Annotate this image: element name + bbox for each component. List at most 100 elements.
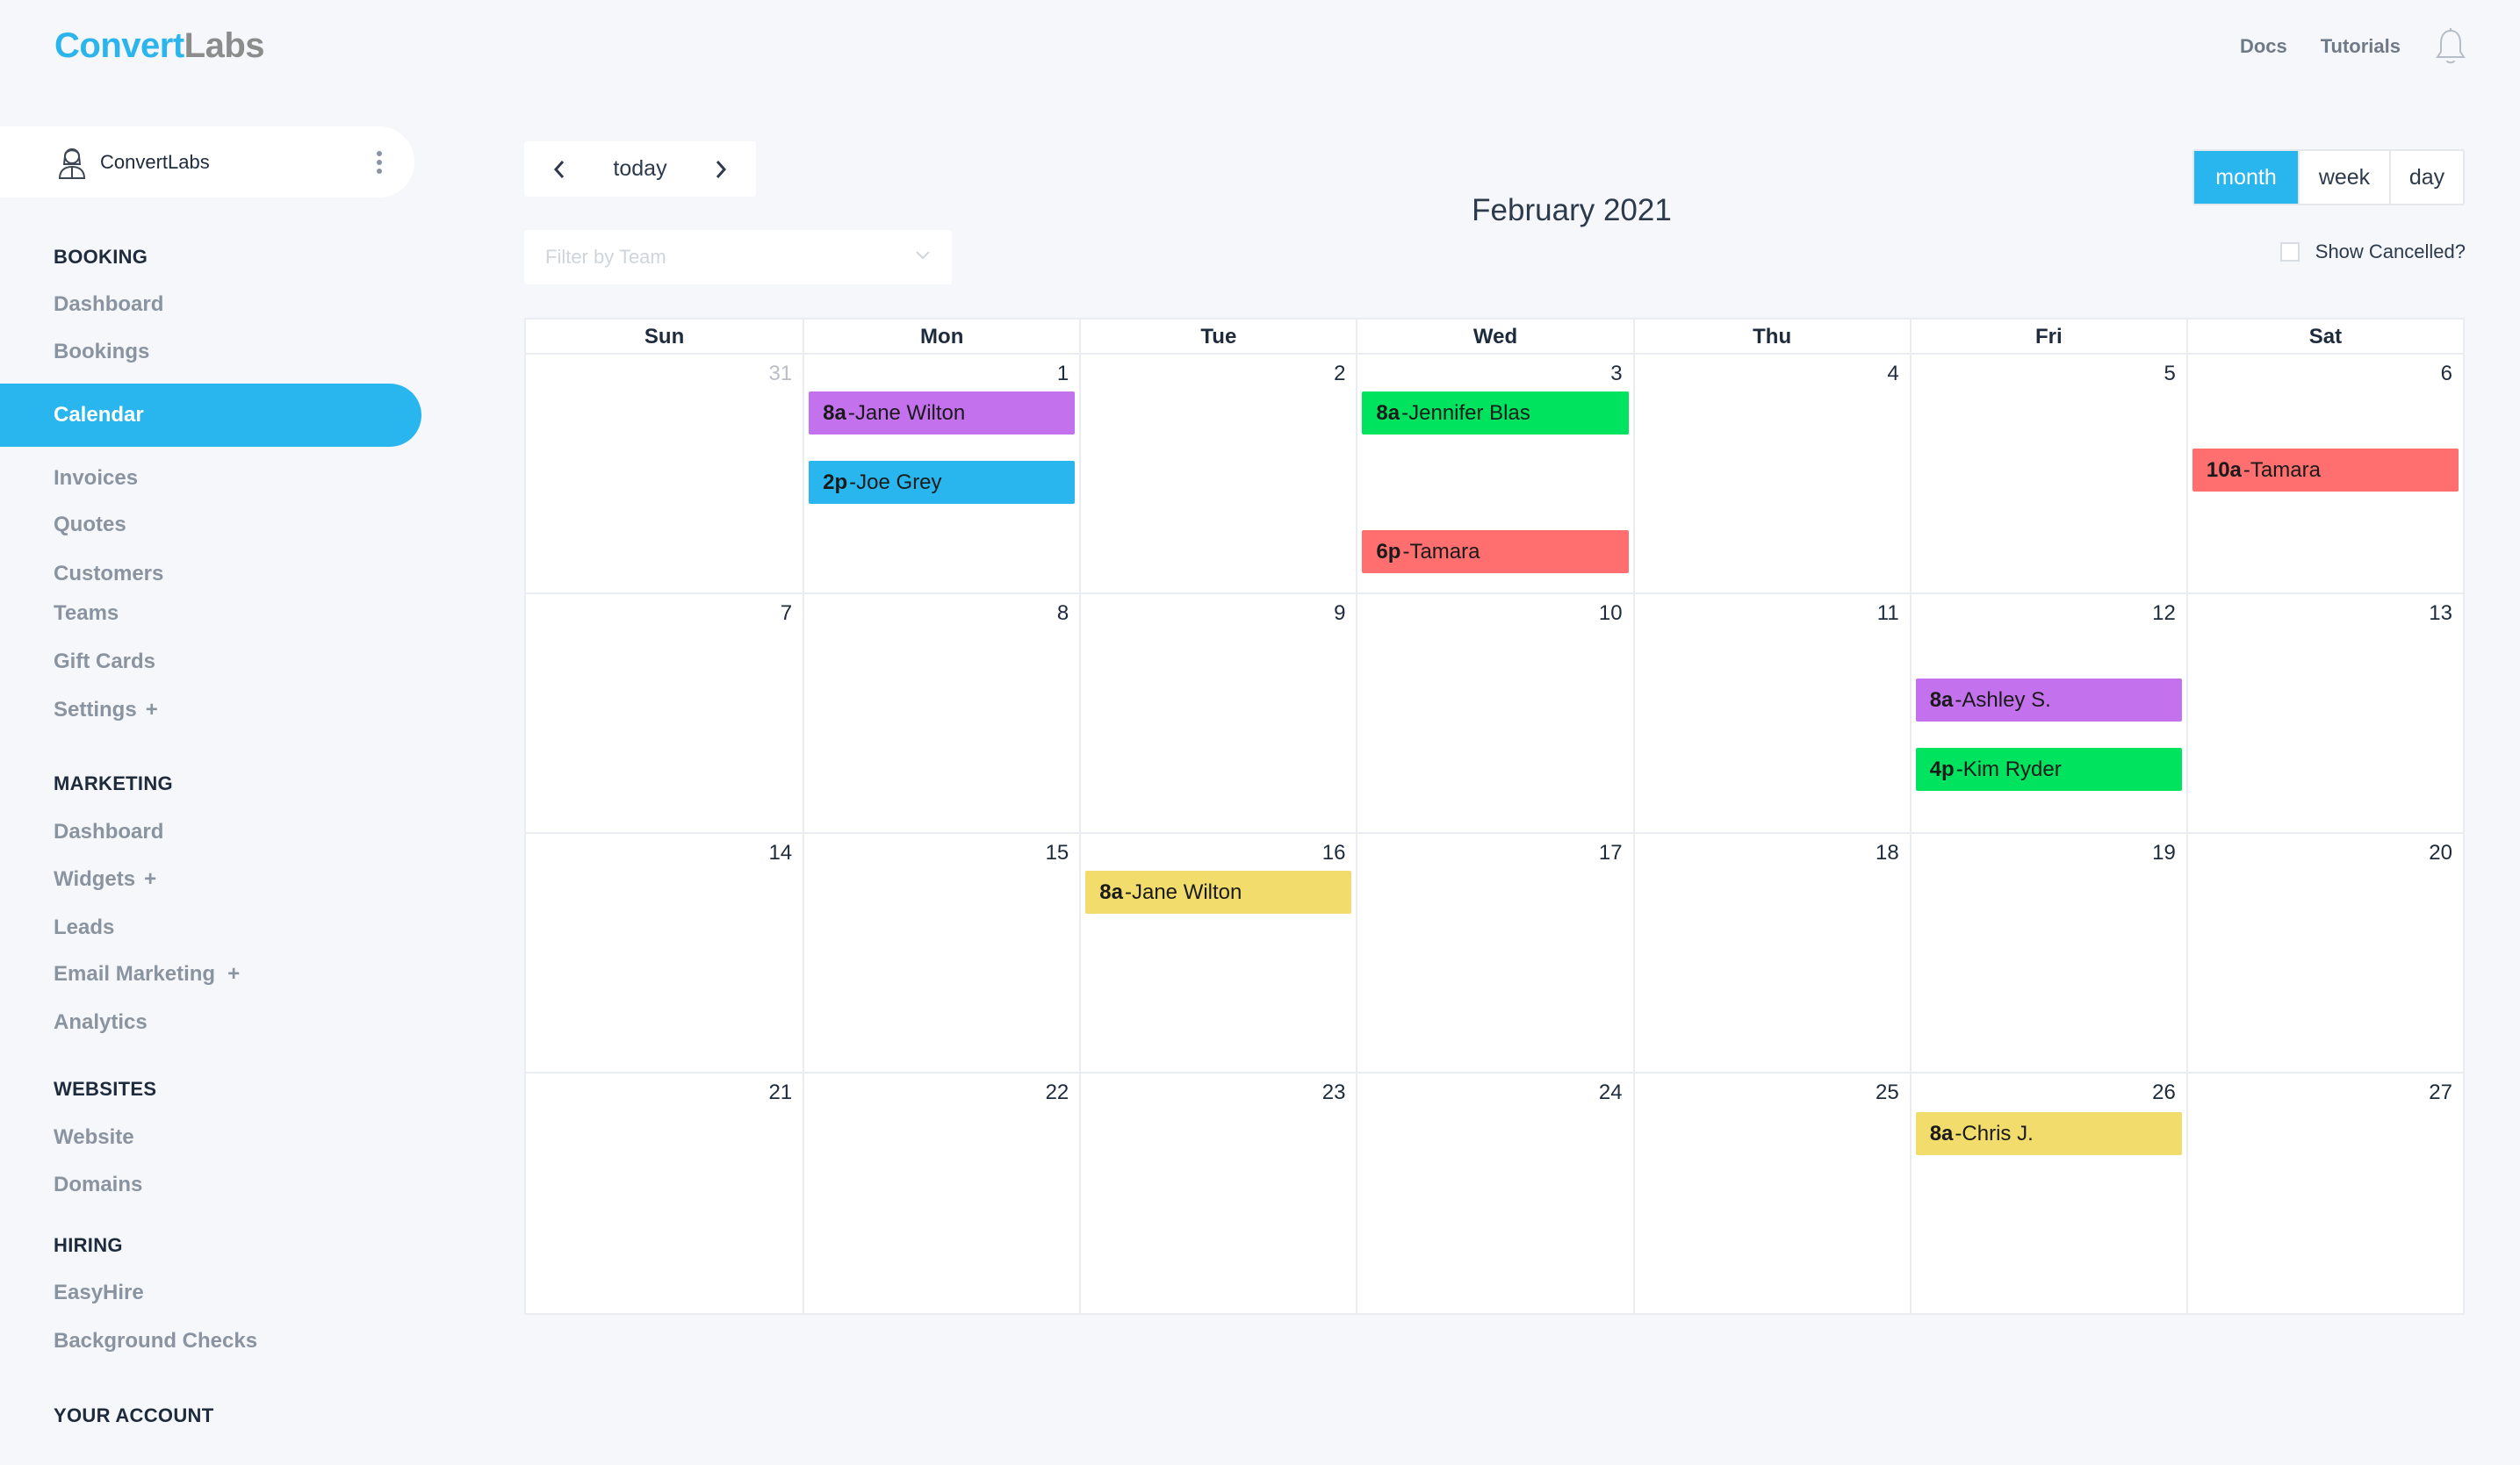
calendar-event[interactable]: 8a - Jane Wilton (1085, 871, 1352, 914)
sidebar-item-teams[interactable]: Teams (54, 601, 119, 626)
sidebar-item-marketing-dashboard[interactable]: Dashboard (54, 820, 163, 844)
day-number: 19 (2152, 841, 2176, 865)
day-cell[interactable]: 21 (526, 1074, 803, 1313)
day-number: 26 (2152, 1081, 2176, 1104)
event-separator: - (1401, 400, 1409, 425)
day-number: 7 (780, 601, 793, 625)
day-cell[interactable]: 10 (1356, 594, 1632, 832)
calendar-event[interactable]: 8a - Chris J. (1915, 1112, 2182, 1155)
weekday-tue: Tue (1079, 320, 1356, 355)
sidebar-item-background-checks[interactable]: Background Checks (54, 1329, 257, 1354)
day-cell[interactable]: 2 (1079, 355, 1356, 592)
day-cell[interactable]: 1 8a - Jane Wilton 2p - Joe Grey (803, 355, 1079, 592)
calendar-event[interactable]: 8a - Jane Wilton (809, 391, 1076, 434)
kebab-menu-icon[interactable] (371, 148, 388, 176)
sidebar-item-gift-cards[interactable]: Gift Cards (54, 650, 155, 674)
section-title-websites: WEBSITES (54, 1078, 157, 1100)
day-cell[interactable]: 13 (2185, 594, 2463, 832)
day-number: 2 (1334, 362, 1346, 385)
event-name: Jane Wilton (854, 400, 966, 425)
sidebar-item-domains[interactable]: Domains (54, 1173, 142, 1197)
day-cell[interactable]: 14 (526, 834, 803, 1072)
day-cell[interactable]: 23 (1079, 1074, 1356, 1313)
day-cell[interactable]: 31 (526, 355, 803, 592)
sidebar-item-easyhire[interactable]: EasyHire (54, 1281, 144, 1305)
day-number: 13 (2429, 601, 2452, 625)
show-cancelled-checkbox[interactable] (2279, 242, 2300, 262)
sidebar-item-quotes[interactable]: Quotes (54, 513, 126, 537)
bell-icon[interactable] (2434, 26, 2467, 67)
event-time: 8a (1929, 1121, 1954, 1145)
calendar-event[interactable]: 8a - Ashley S. (1915, 679, 2182, 722)
event-separator: - (1124, 880, 1132, 904)
sidebar-item-settings[interactable]: Settings + (54, 698, 158, 722)
event-time: 4p (1929, 757, 1955, 781)
day-cell[interactable]: 25 (1632, 1074, 1910, 1313)
day-cell[interactable]: 24 (1356, 1074, 1632, 1313)
weekday-mon: Mon (803, 320, 1079, 355)
event-time: 8a (1099, 880, 1123, 904)
tutorials-link[interactable]: Tutorials (2321, 35, 2401, 58)
day-cell[interactable]: 17 (1356, 834, 1632, 1072)
sidebar-item-invoices[interactable]: Invoices (54, 466, 138, 491)
day-number: 10 (1598, 601, 1623, 625)
event-name: Chris J. (1962, 1121, 2034, 1145)
account-switcher[interactable]: ConvertLabs (0, 126, 414, 197)
account-name: ConvertLabs (100, 150, 210, 173)
day-number: 9 (1334, 601, 1346, 625)
sidebar-item-calendar-label: Calendar (54, 403, 144, 427)
day-cell[interactable]: 15 (803, 834, 1079, 1072)
day-cell[interactable]: 12 8a - Ashley S. 4p - Kim Ryder (1909, 594, 2186, 832)
chevron-right-icon[interactable] (686, 141, 756, 197)
weekday-sun: Sun (644, 325, 685, 348)
sidebar-item-widgets[interactable]: Widgets + (54, 867, 156, 892)
calendar-event[interactable]: 4p - Kim Ryder (1915, 748, 2182, 791)
show-cancelled-toggle: Show Cancelled? (2279, 241, 2466, 263)
day-cell[interactable]: 19 (1909, 834, 2186, 1072)
calendar-event[interactable]: 6p - Tamara (1362, 530, 1629, 573)
day-cell[interactable]: 6 10a - Tamara (2185, 355, 2463, 592)
day-cell[interactable]: 20 (2185, 834, 2463, 1072)
team-filter-select[interactable]: Filter by Team (524, 230, 952, 284)
day-number: 23 (1321, 1081, 1346, 1104)
section-title-hiring: HIRING (54, 1234, 123, 1256)
section-title-your-account[interactable]: YOUR ACCOUNT (54, 1404, 213, 1427)
sidebar-item-email-marketing[interactable]: Email Marketing + (54, 962, 240, 987)
chevron-left-icon[interactable] (524, 141, 594, 197)
view-month-button[interactable]: month (2194, 151, 2298, 204)
calendar-event[interactable]: 8a - Jennifer Blas (1362, 391, 1629, 434)
sidebar-item-analytics[interactable]: Analytics (54, 1010, 148, 1035)
today-button[interactable]: today (594, 156, 686, 182)
calendar-week: 7 8 9 10 11 12 8a - Ashley S. 4p - Kim R… (526, 594, 2463, 834)
day-cell[interactable]: 5 (1909, 355, 2186, 592)
sidebar-item-leads[interactable]: Leads (54, 916, 114, 940)
day-cell[interactable]: 16 8a - Jane Wilton (1079, 834, 1356, 1072)
calendar-event[interactable]: 10a - Tamara (2192, 449, 2459, 492)
brand-logo[interactable]: ConvertLabs (54, 26, 265, 66)
event-separator: - (847, 400, 855, 425)
day-cell[interactable]: 8 (803, 594, 1079, 832)
plus-icon: + (145, 698, 158, 722)
sidebar-item-calendar[interactable]: Calendar (0, 384, 421, 447)
day-cell[interactable]: 11 (1632, 594, 1910, 832)
day-cell[interactable]: 18 (1632, 834, 1910, 1072)
calendar-event[interactable]: 2p - Joe Grey (809, 461, 1076, 504)
day-cell[interactable]: 22 (803, 1074, 1079, 1313)
view-week-button[interactable]: week (2298, 151, 2389, 204)
day-cell[interactable]: 26 8a - Chris J. (1909, 1074, 2186, 1313)
event-separator: - (1402, 539, 1410, 564)
day-cell[interactable]: 27 (2185, 1074, 2463, 1313)
sidebar-item-website[interactable]: Website (54, 1125, 134, 1150)
day-number: 5 (2164, 362, 2176, 385)
day-cell[interactable]: 7 (526, 594, 803, 832)
day-cell[interactable]: 9 (1079, 594, 1356, 832)
day-cell[interactable]: 3 8a - Jennifer Blas 6p - Tamara (1356, 355, 1632, 592)
plus-icon: + (227, 962, 241, 986)
docs-link[interactable]: Docs (2240, 35, 2287, 58)
section-title-marketing: MARKETING (54, 772, 173, 794)
sidebar-item-booking-dashboard[interactable]: Dashboard (54, 292, 163, 317)
day-cell[interactable]: 4 (1632, 355, 1910, 592)
sidebar-item-customers[interactable]: Customers (54, 562, 163, 586)
view-day-button[interactable]: day (2389, 151, 2463, 204)
sidebar-item-bookings[interactable]: Bookings (54, 340, 149, 364)
